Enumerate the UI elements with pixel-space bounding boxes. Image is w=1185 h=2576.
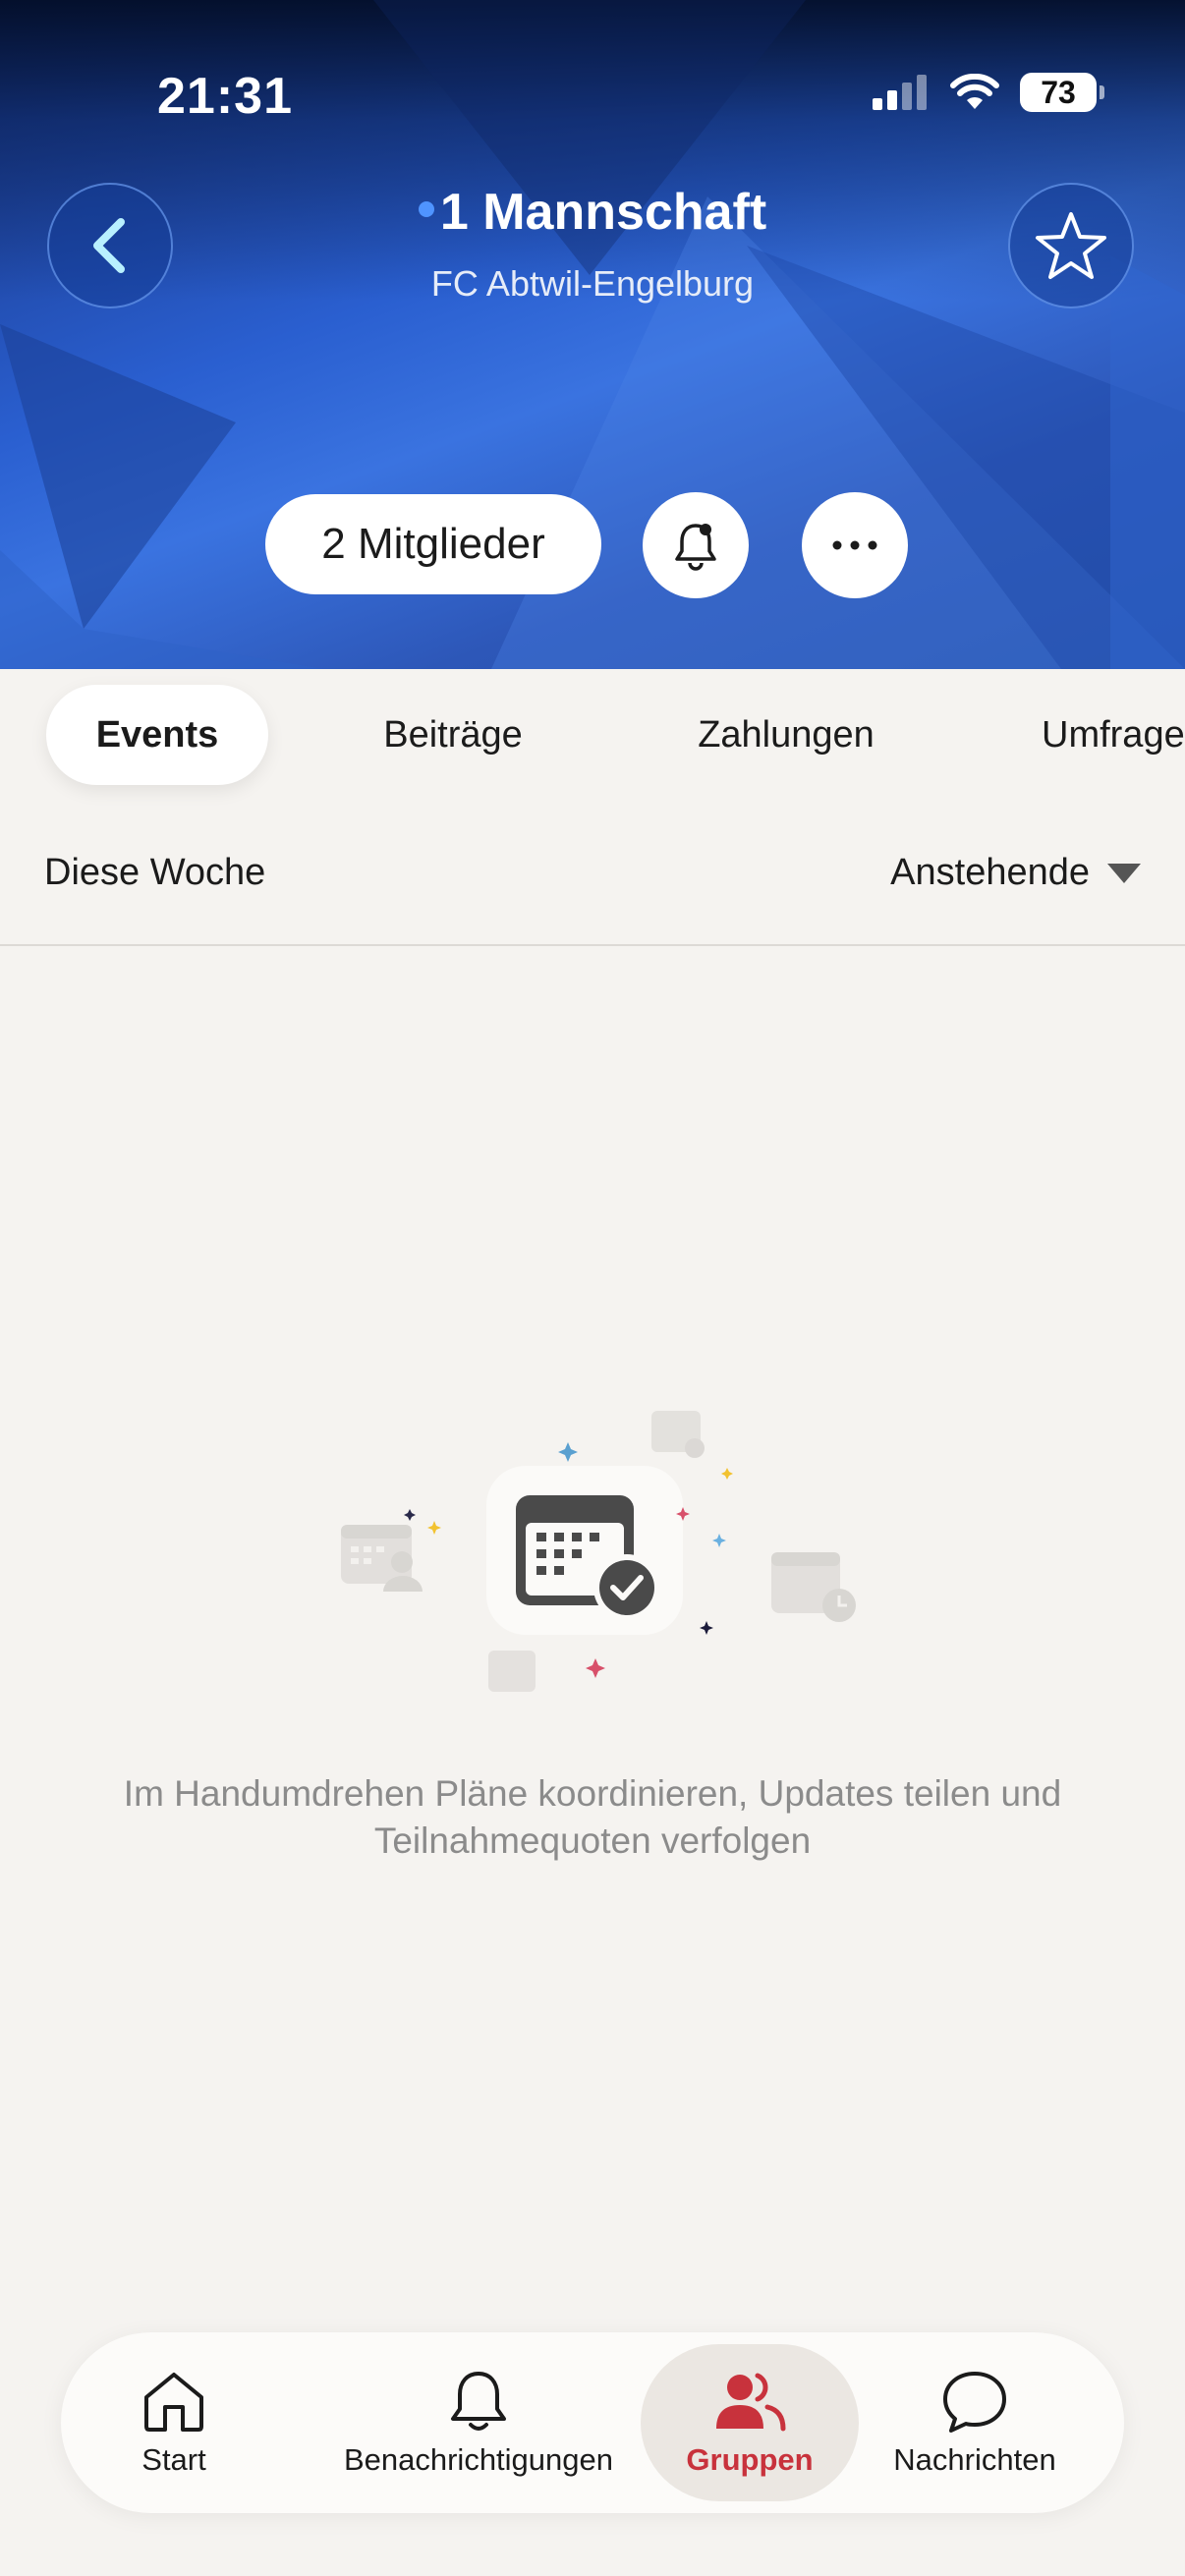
bell-icon (675, 524, 716, 571)
calendar-person-icon (341, 1525, 423, 1592)
nav-nachrichten-label: Nachrichten (893, 2442, 1056, 2477)
calendar-illustration (341, 1411, 856, 1692)
bell-icon (451, 2372, 506, 2431)
group-title: 1 Mannschaft (0, 183, 1185, 242)
nav-nachrichten[interactable]: Nachrichten (876, 2332, 1073, 2513)
status-dropdown-label: Anstehende (890, 852, 1090, 893)
favorite-button[interactable] (1008, 183, 1134, 308)
online-dot (418, 201, 434, 218)
nav-gruppen[interactable]: Gruppen (641, 2332, 859, 2513)
status-icons: 73 (873, 73, 1104, 112)
tab-zahlungen[interactable]: Zahlungen (668, 685, 904, 785)
tab-umfragen[interactable]: Umfrage (1042, 685, 1185, 785)
caret-down-icon (1107, 863, 1141, 883)
club-name: FC Abtwil-Engelburg (430, 263, 755, 304)
tab-beitraege[interactable]: Beiträge (355, 685, 551, 785)
wifi-icon (950, 74, 999, 109)
nav-start[interactable]: Start (100, 2332, 248, 2513)
status-dropdown[interactable]: Anstehende (890, 852, 1141, 894)
calendar-clock-icon (771, 1552, 856, 1622)
notifications-settings-button[interactable] (643, 492, 749, 598)
bottom-navigation: Start Benachrichtigungen Gruppen Nachric… (61, 2332, 1124, 2513)
group-header: 21:31 73 1 Mannschaft FC Abtwil-Engelbur… (0, 0, 1185, 669)
more-horizontal-icon (832, 540, 877, 550)
nav-benachrichtigungen[interactable]: Benachrichtigungen (307, 2332, 650, 2513)
chat-bubble-icon (943, 2372, 1006, 2433)
more-options-button[interactable] (802, 492, 908, 598)
home-icon (144, 2373, 203, 2432)
group-icon (716, 2373, 786, 2432)
members-button[interactable]: 2 Mitglieder (265, 494, 601, 594)
star-icon (1036, 212, 1106, 279)
period-label[interactable]: Diese Woche (44, 852, 265, 894)
empty-state-text: Im Handumdrehen Pläne koordinieren, Upda… (123, 1773, 1062, 1861)
group-title-text: 1 Mannschaft (439, 184, 767, 241)
battery-indicator: 73 (1020, 73, 1104, 112)
calendar-small-icon (488, 1651, 536, 1692)
nav-start-label: Start (141, 2442, 206, 2477)
cellular-signal-icon (873, 75, 927, 110)
events-filter-row: Diese Woche Anstehende (0, 797, 1185, 946)
section-tabs: Events Beiträge Zahlungen Umfrage (0, 669, 1185, 797)
tab-events[interactable]: Events (46, 685, 268, 785)
nav-gruppen-label: Gruppen (686, 2442, 814, 2477)
calendar-info-icon (651, 1411, 705, 1458)
status-time: 21:31 (157, 68, 293, 125)
nav-benachrichtigungen-label: Benachrichtigungen (343, 2442, 614, 2477)
